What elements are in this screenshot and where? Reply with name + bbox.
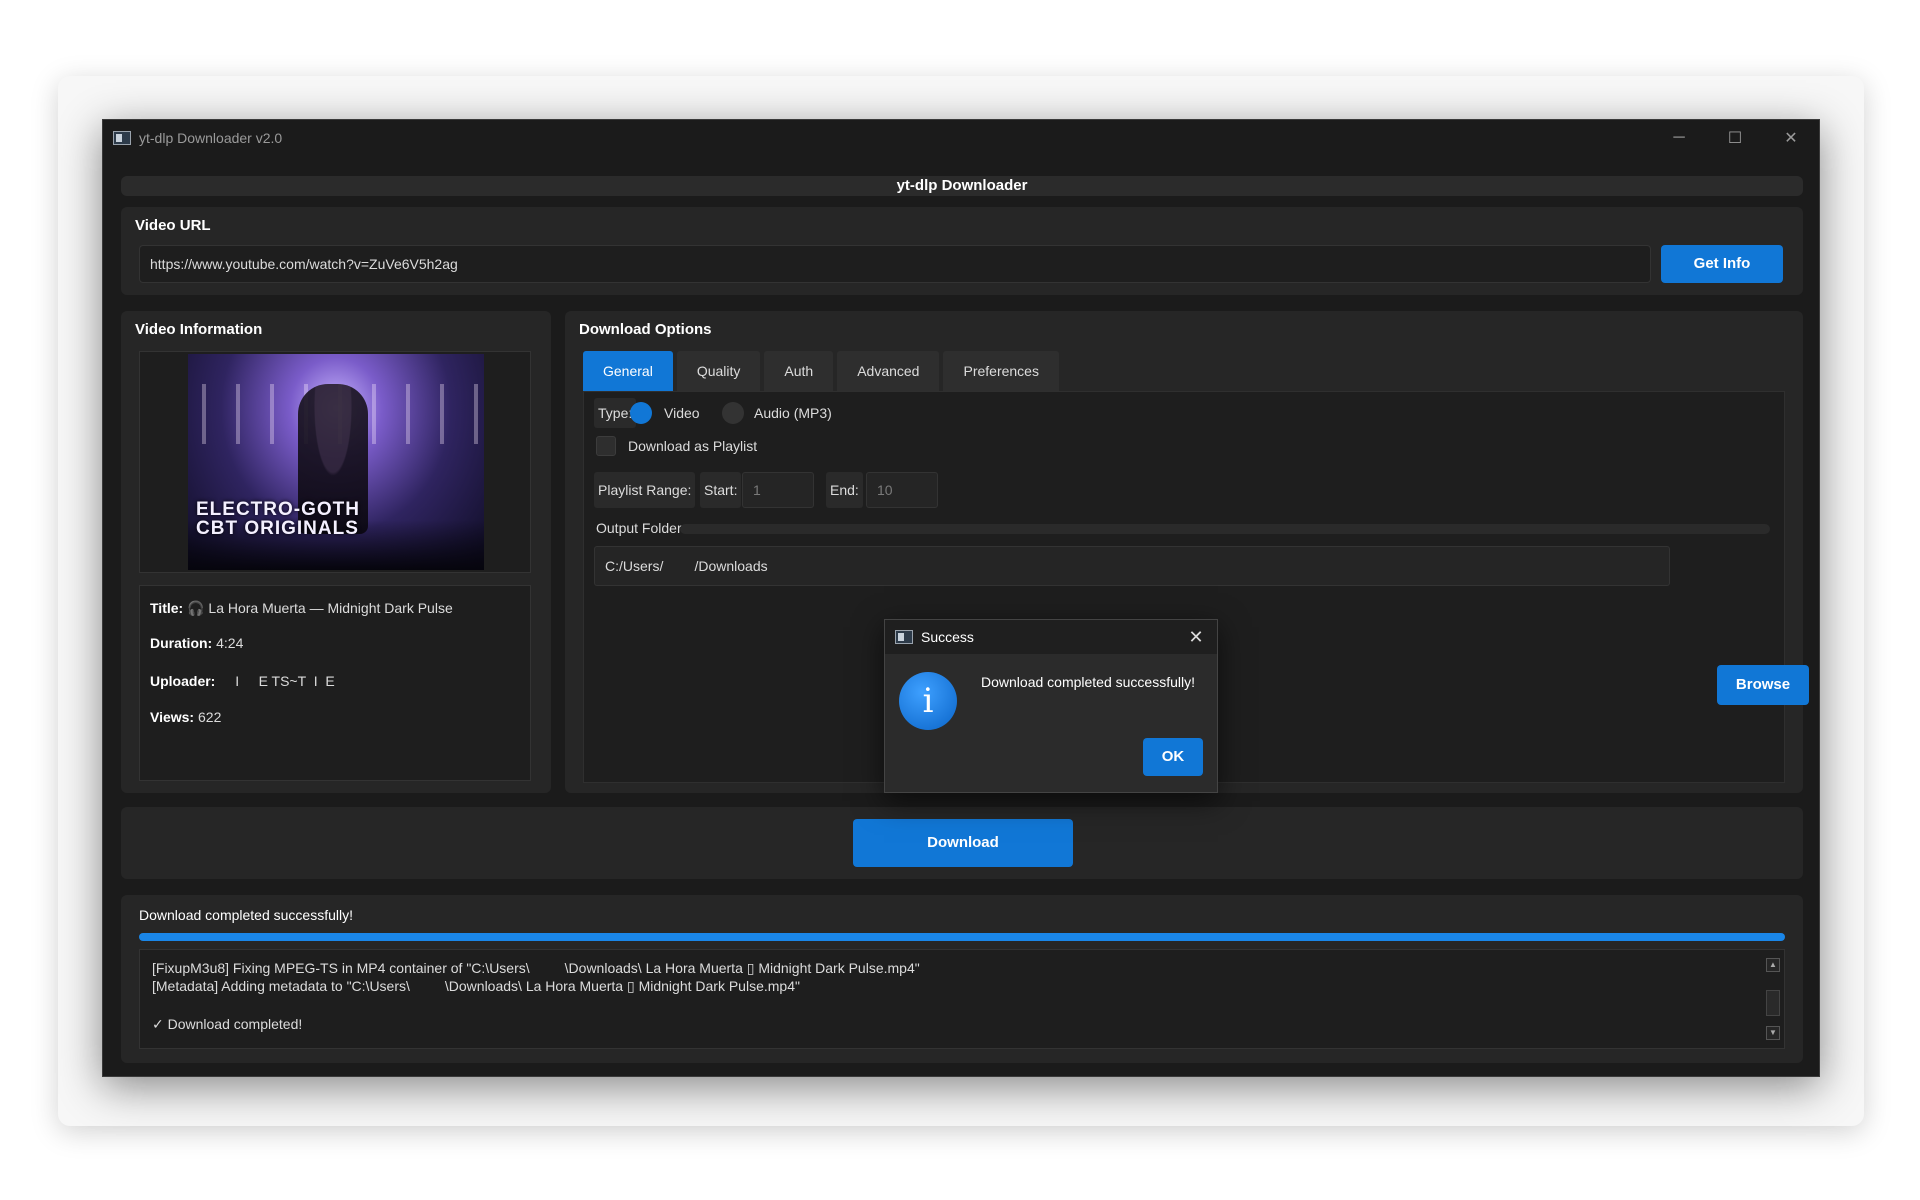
audio-radio-label: Audio (MP3) [754,405,832,421]
meta-title: Title: 🎧 La Hora Muerta — Midnight Dark … [150,600,453,616]
start-input[interactable]: 1 [742,472,814,508]
options-tabs: General Quality Auth Advanced Preference… [583,351,1063,391]
tab-preferences[interactable]: Preferences [943,351,1059,391]
maximize-icon[interactable]: ☐ [1707,120,1763,156]
browse-button[interactable]: Browse [1717,665,1809,705]
output-folder-label: Output Folder: [596,520,686,536]
progress-fill [139,933,1785,941]
output-folder-input[interactable]: C:/Users/ /Downloads [594,546,1670,586]
minimize-icon[interactable]: ─ [1651,120,1707,156]
log-line: [Metadata] Adding metadata to "C:\Users\… [152,978,800,994]
success-dialog: Success ✕ i Download completed successfu… [884,619,1218,793]
scrollbar-thumb[interactable] [1766,990,1780,1016]
get-info-button[interactable]: Get Info [1661,245,1783,283]
video-info-label: Video Information [135,321,263,338]
app-window: yt-dlp Downloader v2.0 ─ ☐ ✕ yt-dlp Down… [102,119,1820,1077]
end-label: End: [826,472,863,508]
ok-button[interactable]: OK [1143,738,1203,776]
dialog-close-icon[interactable]: ✕ [1183,624,1209,650]
audio-radio[interactable] [722,402,744,424]
url-label: Video URL [135,217,211,234]
url-panel: Video URL https://www.youtube.com/watch?… [121,207,1803,295]
playlist-checkbox-label: Download as Playlist [628,438,758,454]
title-bar: yt-dlp Downloader v2.0 ─ ☐ ✕ [103,120,1819,156]
status-text: Download completed successfully! [139,907,353,923]
playlist-checkbox[interactable] [596,436,616,456]
progress-bar [139,933,1785,941]
thumbnail-caption: ELECTRO-GOTH CBT ORIGINALS [196,499,360,539]
tab-quality[interactable]: Quality [676,351,761,391]
app-header: yt-dlp Downloader [121,176,1803,196]
output-folder-divider [680,524,1770,534]
log-line: ✓ Download completed! [152,1016,303,1032]
scroll-down-icon[interactable]: ▼ [1766,1026,1780,1040]
start-label: Start: [700,472,742,508]
video-thumbnail: ELECTRO-GOTH CBT ORIGINALS [188,354,484,570]
video-info-panel: Video Information ELECTRO-GOTH CBT ORIGI… [121,311,551,793]
scroll-up-icon[interactable]: ▲ [1766,958,1780,972]
meta-duration: Duration: 4:24 [150,635,244,651]
video-radio[interactable] [630,402,652,424]
tab-general[interactable]: General [583,351,673,391]
tab-auth[interactable]: Auth [764,351,834,391]
url-input[interactable]: https://www.youtube.com/watch?v=ZuVe6V5h… [139,245,1651,283]
video-radio-label: Video [664,405,700,421]
tab-advanced[interactable]: Advanced [837,351,940,391]
close-icon[interactable]: ✕ [1763,120,1819,156]
thumbnail-frame: ELECTRO-GOTH CBT ORIGINALS [139,351,531,573]
app-icon [113,131,131,145]
dialog-title: Success [921,629,974,645]
meta-uploader: Uploader: I E TS~T I E [150,673,335,689]
log-output[interactable]: [FixupM3u8] Fixing MPEG-TS in MP4 contai… [139,949,1785,1049]
window-controls: ─ ☐ ✕ [1651,120,1819,156]
download-options-label: Download Options [579,321,712,338]
meta-views: Views: 622 [150,709,222,725]
playlist-range-label: Playlist Range: [594,472,696,508]
download-button[interactable]: Download [853,819,1073,867]
window-title: yt-dlp Downloader v2.0 [139,130,283,146]
info-icon: i [899,672,957,730]
dialog-message: Download completed successfully! [981,674,1195,690]
video-metadata: Title: 🎧 La Hora Muerta — Midnight Dark … [139,585,531,781]
dialog-app-icon [895,630,913,644]
log-line: [FixupM3u8] Fixing MPEG-TS in MP4 contai… [152,960,920,976]
end-input[interactable]: 10 [866,472,938,508]
download-panel: Download [121,807,1803,879]
status-panel: Download completed successfully! [FixupM… [121,895,1803,1063]
dialog-title-bar: Success ✕ [885,620,1217,654]
